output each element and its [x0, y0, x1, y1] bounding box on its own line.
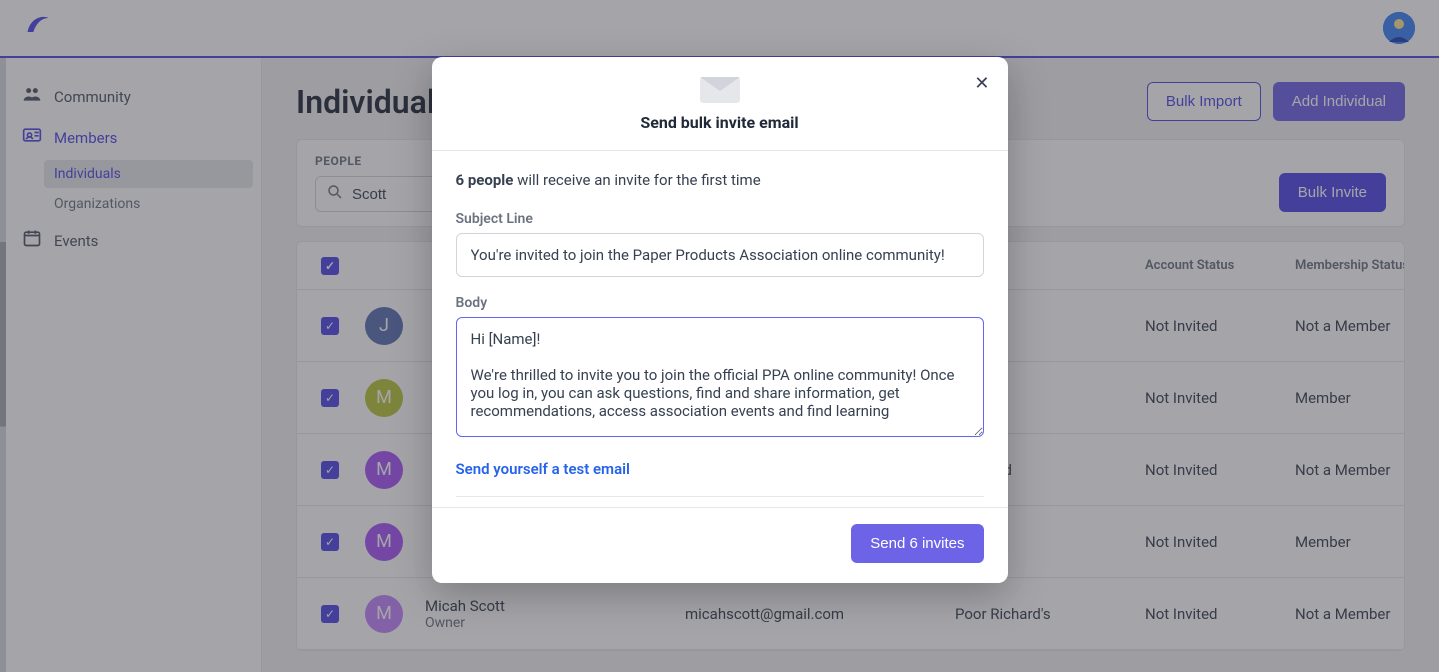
send-test-email-link[interactable]: Send yourself a test email	[456, 460, 630, 478]
recipient-rest: will receive an invite for the first tim…	[513, 171, 760, 189]
body-label: Body	[456, 295, 984, 311]
subject-input[interactable]	[456, 233, 984, 277]
recipient-count: 6 people	[456, 171, 514, 189]
close-icon[interactable]: ✕	[974, 73, 989, 94]
body-textarea[interactable]	[456, 317, 984, 437]
modal-title: Send bulk invite email	[456, 113, 984, 132]
modal-footer: Send 6 invites	[432, 507, 1008, 583]
envelope-icon	[700, 77, 740, 103]
send-invites-button[interactable]: Send 6 invites	[851, 524, 983, 563]
modal-header: Send bulk invite email ✕	[432, 57, 1008, 151]
bulk-invite-modal: Send bulk invite email ✕ 6 people will r…	[432, 57, 1008, 583]
modal-body: 6 people will receive an invite for the …	[432, 151, 1008, 507]
modal-divider	[456, 496, 984, 497]
modal-overlay[interactable]: Send bulk invite email ✕ 6 people will r…	[0, 0, 1439, 672]
recipient-line: 6 people will receive an invite for the …	[456, 171, 984, 189]
subject-label: Subject Line	[456, 211, 984, 227]
